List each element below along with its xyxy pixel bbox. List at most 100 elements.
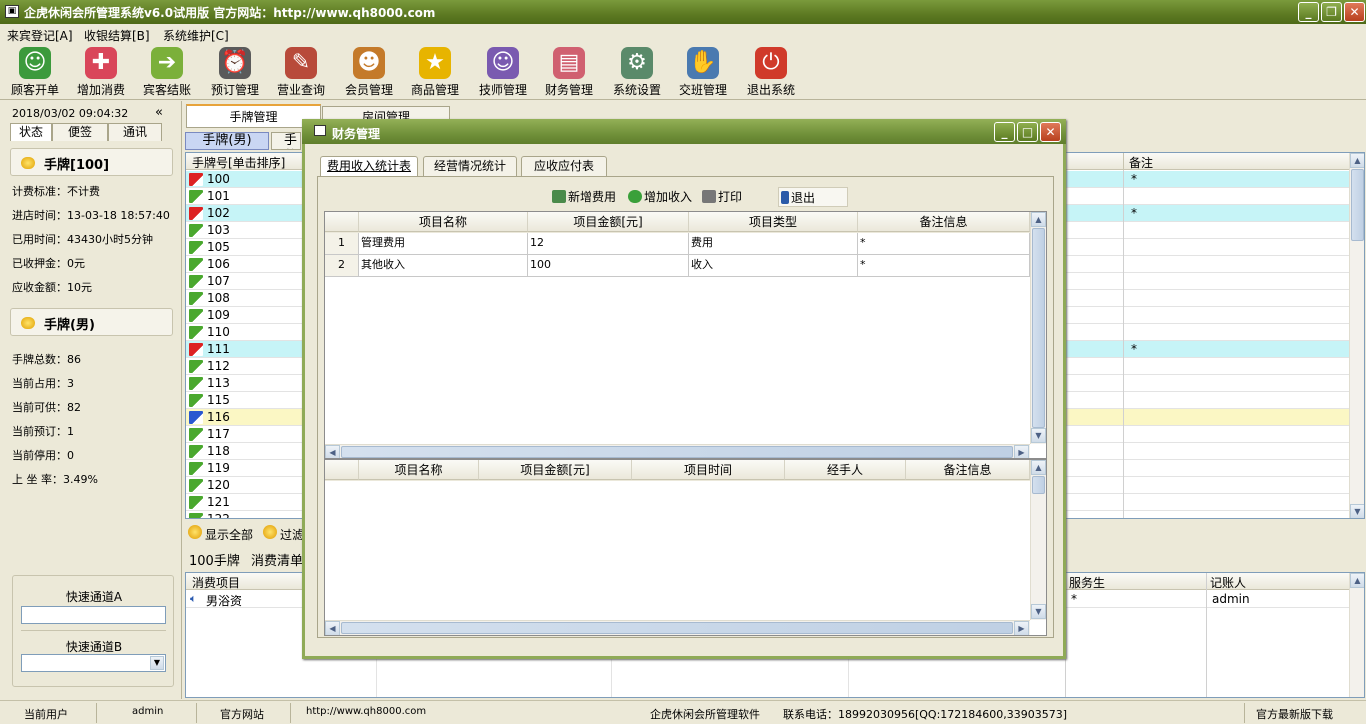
tab-receivable-payable[interactable]: 应收应付表 [521, 156, 607, 177]
column-header[interactable]: 备注信息 [906, 460, 1030, 480]
column-header[interactable]: 项目类型 [689, 212, 858, 232]
toolbar-button-12[interactable]: ⏻ 退出系统 [738, 47, 804, 99]
income-hscroll[interactable]: ◀ ▶ [325, 620, 1030, 635]
column-header[interactable]: 项目金额[元] [528, 212, 689, 232]
add-income-button[interactable]: 增加收入 [628, 187, 692, 207]
col-header-remark[interactable]: 备注 [1129, 154, 1153, 171]
minimize-button[interactable]: _ [1298, 2, 1319, 22]
column-header[interactable]: 项目金额[元] [479, 460, 632, 480]
income-vscroll[interactable]: ▲ ▼ [1030, 460, 1046, 620]
tab-status[interactable]: 状态 [10, 123, 52, 141]
scroll-right-icon[interactable]: ▶ [1014, 445, 1029, 458]
filter-icon[interactable] [263, 525, 277, 539]
expense-vscroll[interactable]: ▲ ▼ [1030, 212, 1046, 444]
scroll-down-icon[interactable]: ▼ [1031, 428, 1046, 443]
dialog-maximize-button[interactable]: □ [1017, 122, 1038, 142]
col-header-recorder: 记账人 [1210, 576, 1247, 590]
scroll-thumb[interactable] [1032, 228, 1045, 428]
expense-hscroll[interactable]: ◀ ▶ [325, 444, 1030, 458]
table-cell[interactable]: 收入 [689, 255, 858, 277]
scroll-down-icon[interactable]: ▼ [1350, 504, 1364, 518]
table-cell[interactable]: * [858, 233, 1030, 255]
exit-button[interactable]: 退出 [778, 187, 848, 207]
tab-business-stats[interactable]: 经营情况统计 [423, 156, 517, 177]
checkout-icon: ➔ [151, 47, 183, 79]
scroll-up-icon[interactable]: ▲ [1350, 153, 1364, 168]
add-expense-button[interactable]: 新增费用 [552, 187, 616, 207]
column-header[interactable]: 项目时间 [632, 460, 785, 480]
stats-row: 当前预订：1 [12, 425, 74, 438]
table-cell[interactable]: 费用 [689, 233, 858, 255]
customer-icon: ☺ [19, 47, 51, 79]
column-header[interactable]: 备注信息 [858, 212, 1030, 232]
subtab-female[interactable]: 手牌 [271, 132, 301, 150]
expense-grid: 项目名称 项目金额[元] 项目类型 备注信息 1 管理费用 12 费用 * 2 其他收入 100 收入… [324, 211, 1047, 459]
close-button[interactable]: ✕ [1344, 2, 1365, 22]
table-cell[interactable]: 其他收入 [359, 255, 528, 277]
wristband-number: 111 [207, 342, 230, 356]
table-cell[interactable]: 100 [528, 255, 689, 277]
quick-b-select[interactable]: ▼ [21, 654, 166, 672]
menu-guest-register[interactable]: 来宾登记[A] [7, 27, 73, 44]
tab-contacts[interactable]: 通讯 [108, 123, 162, 141]
scroll-thumb[interactable] [341, 446, 1013, 458]
column-header[interactable]: 项目名称 [359, 460, 479, 480]
filter-button[interactable]: 过滤 [280, 526, 304, 543]
toolbar-button-11[interactable]: ✋ 交班管理 [670, 47, 736, 99]
scroll-thumb[interactable] [341, 622, 1013, 634]
toolbar-button-2[interactable]: ✚ 增加消费 [68, 47, 134, 99]
toolbar-button-5[interactable]: ✎ 营业查询 [268, 47, 334, 99]
window-title: 企虎休闲会所管理系统v6.0试用版 官方网站：http://www.qh8000… [24, 6, 436, 20]
wristband-number: 102 [207, 206, 230, 220]
table-cell[interactable]: * [858, 255, 1030, 277]
toolbar-button-3[interactable]: ➔ 宾客结账 [134, 47, 200, 99]
print-button[interactable]: 打印 [702, 187, 742, 207]
maximize-button[interactable]: ❐ [1321, 2, 1342, 22]
download-link[interactable]: 官方最新版下载 [1256, 706, 1333, 722]
toolbar-button-7[interactable]: ★ 商品管理 [402, 47, 468, 99]
col-header-number[interactable]: 手牌号[单击排序] [192, 154, 285, 171]
toolbar-button-10[interactable]: ⚙ 系统设置 [604, 47, 670, 99]
subtab-male[interactable]: 手牌(男) [185, 132, 269, 150]
wristband-number: 109 [207, 308, 230, 322]
menu-cashier[interactable]: 收银结算[B] [84, 27, 150, 44]
column-header[interactable]: 经手人 [785, 460, 906, 480]
scroll-right-icon[interactable]: ▶ [1014, 621, 1029, 635]
scroll-down-icon[interactable]: ▼ [1031, 604, 1046, 619]
tab-notes[interactable]: 便签 [52, 123, 108, 141]
dialog-minimize-button[interactable]: _ [994, 122, 1015, 142]
scroll-up-icon[interactable]: ▲ [1350, 573, 1364, 588]
toolbar-button-4[interactable]: ⏰ 预订管理 [202, 47, 268, 99]
dialog-close-button[interactable]: ✕ [1040, 122, 1061, 142]
website-link[interactable]: http://www.qh8000.com [306, 706, 426, 717]
toolbar-button-9[interactable]: ▤ 财务管理 [536, 47, 602, 99]
grid-scrollbar[interactable]: ▲ ▼ [1349, 153, 1364, 518]
toolbar-button-8[interactable]: ☺ 技师管理 [470, 47, 536, 99]
toolbar-button-1[interactable]: ☺ 顾客开单 [2, 47, 68, 99]
scroll-thumb[interactable] [1351, 169, 1364, 241]
chevron-down-icon[interactable]: ▼ [150, 656, 164, 670]
wristband-green-icon [189, 445, 203, 458]
toolbar-button-6[interactable]: ☻ 会员管理 [336, 47, 402, 99]
scroll-thumb[interactable] [1032, 476, 1045, 494]
speaker-icon: 🔈︎ [190, 592, 197, 605]
scroll-left-icon[interactable]: ◀ [325, 621, 340, 635]
wristband-number: 119 [207, 461, 230, 475]
scroll-up-icon[interactable]: ▲ [1031, 212, 1046, 227]
quick-a-input[interactable] [21, 606, 166, 624]
scroll-up-icon[interactable]: ▲ [1031, 460, 1046, 475]
column-header[interactable]: 项目名称 [359, 212, 528, 232]
scroll-left-icon[interactable]: ◀ [325, 445, 340, 458]
collapse-icon[interactable]: « [155, 105, 163, 120]
show-all-button[interactable]: 显示全部 [205, 526, 253, 543]
table-cell[interactable]: 12 [528, 233, 689, 255]
menu-system[interactable]: 系统维护[C] [163, 27, 229, 44]
tab-expense-income[interactable]: 费用收入统计表 [320, 156, 418, 177]
table-cell[interactable]: 管理费用 [359, 233, 528, 255]
dialog-title: 财务管理 [332, 127, 381, 141]
wristband-number: 108 [207, 291, 230, 305]
tab-wristband[interactable]: 手牌管理 [186, 104, 321, 128]
website-label: 官方网站 [220, 708, 264, 721]
consumption-scrollbar[interactable]: ▲ [1349, 573, 1364, 697]
show-all-icon[interactable] [188, 525, 202, 539]
